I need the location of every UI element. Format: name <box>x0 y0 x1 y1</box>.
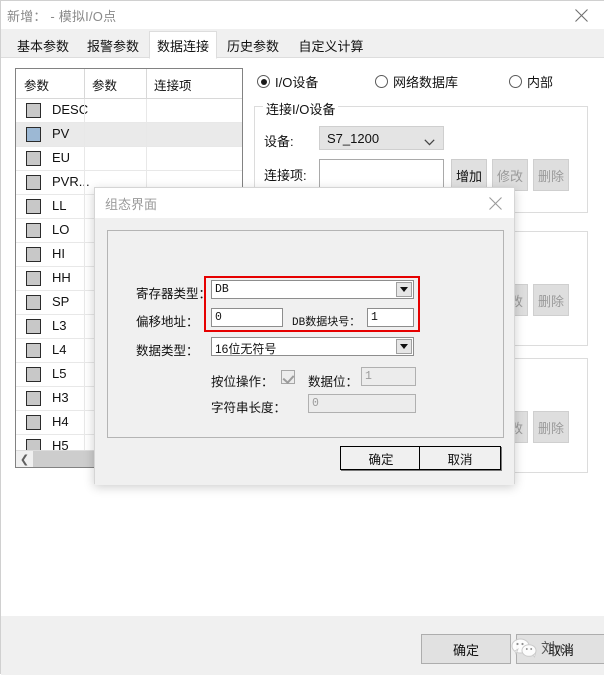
checkbox-icon[interactable] <box>26 127 41 142</box>
checkbox-icon[interactable] <box>26 391 41 406</box>
source-type-radio-group: I/O设备 网络数据库 内部 <box>257 72 591 94</box>
checkbox-icon[interactable] <box>26 343 41 358</box>
configuration-cancel-button[interactable]: 取消 <box>419 446 501 470</box>
column-header-param1: 参数 <box>24 79 50 93</box>
connection-item-label: 连接项: <box>264 168 307 183</box>
checkbox-icon[interactable] <box>26 151 41 166</box>
footer-ok-button[interactable]: 确定 <box>421 634 511 664</box>
delete-button-3[interactable]: 删除 <box>533 411 569 443</box>
offset-address-value: 0 <box>215 311 222 324</box>
close-icon[interactable] <box>565 3 599 27</box>
list-item[interactable]: EU <box>16 147 242 171</box>
list-item-label: PV <box>52 126 70 141</box>
list-item-label: DESC <box>52 102 89 117</box>
checkbox-icon[interactable] <box>26 271 41 286</box>
io-device-group-title: 连接I/O设备 <box>263 99 339 118</box>
footer-cancel-button[interactable]: 取消 <box>516 634 604 664</box>
checkbox-icon[interactable] <box>26 223 41 238</box>
checkbox-icon[interactable] <box>26 367 41 382</box>
configuration-fields-frame: 寄存器类型： DB 偏移地址： 0 DB数据块号： 1 数据类型： 16位无符号… <box>107 230 504 438</box>
list-item-label: H3 <box>52 390 69 405</box>
list-item-label: HH <box>52 270 71 285</box>
db-block-input[interactable]: 1 <box>367 308 414 327</box>
data-bit-label: 数据位： <box>308 375 359 389</box>
tab-history-params[interactable]: 历史参数 <box>219 32 287 58</box>
radio-network-db[interactable]: 网络数据库 <box>375 72 458 91</box>
string-length-value: 0 <box>312 397 319 410</box>
list-item-label: L4 <box>52 342 67 357</box>
checkbox-icon[interactable] <box>26 103 41 118</box>
delete-button[interactable]: 删除 <box>533 159 569 191</box>
offset-address-input[interactable]: 0 <box>211 308 283 327</box>
tab-strip: 基本参数 报警参数 数据连接 历史参数 自定义计算 <box>1 29 604 59</box>
radio-label: 网络数据库 <box>393 75 459 90</box>
register-type-value: DB <box>215 283 229 296</box>
register-type-select[interactable]: DB <box>211 280 414 299</box>
checkbox-icon[interactable] <box>26 295 41 310</box>
offset-address-label: 偏移地址： <box>136 315 199 329</box>
register-type-label: 寄存器类型： <box>136 287 212 301</box>
data-bit-input[interactable]: 1 <box>361 367 416 386</box>
radio-label: 内部 <box>527 75 554 90</box>
data-bit-value: 1 <box>365 370 372 383</box>
parameter-list-header: 参数 参数 连接项 <box>16 69 242 99</box>
db-block-value: 1 <box>371 311 378 324</box>
checkbox-icon[interactable] <box>26 199 41 214</box>
tab-custom-calc[interactable]: 自定义计算 <box>291 32 371 58</box>
list-item-label: EU <box>52 150 71 165</box>
chevron-left-icon[interactable]: ❮ <box>16 451 33 467</box>
configuration-ok-button[interactable]: 确定 <box>340 446 422 470</box>
checkbox-icon[interactable] <box>26 319 41 334</box>
radio-label: I/O设备 <box>275 75 319 90</box>
data-type-label: 数据类型： <box>136 344 199 358</box>
column-header-linkitem: 连接项 <box>154 79 192 93</box>
data-type-select[interactable]: 16位无符号 <box>211 337 414 356</box>
checkbox-icon[interactable] <box>26 415 41 430</box>
configuration-dialog-title: 组态界面 <box>105 197 158 212</box>
list-item-label: H4 <box>52 414 69 429</box>
radio-dot-icon <box>509 75 522 88</box>
data-type-value: 16位无符号 <box>215 342 277 356</box>
tab-data-link[interactable]: 数据连接 <box>149 31 217 59</box>
new-analog-io-point-window: 新增： - 模拟I/O点 基本参数 报警参数 数据连接 历史参数 自定义计算 参… <box>0 0 604 675</box>
configuration-dialog-body: 寄存器类型： DB 偏移地址： 0 DB数据块号： 1 数据类型： 16位无符号… <box>95 218 514 485</box>
radio-internal[interactable]: 内部 <box>509 72 553 91</box>
list-item-label: LO <box>52 222 70 237</box>
column-header-param2: 参数 <box>92 79 118 93</box>
list-item[interactable]: PV <box>16 123 242 147</box>
radio-dot-icon <box>257 75 270 88</box>
delete-button-2[interactable]: 删除 <box>533 284 569 316</box>
window-titlebar: 新增： - 模拟I/O点 <box>1 1 604 29</box>
list-item-label: L3 <box>52 318 67 333</box>
chevron-down-icon[interactable] <box>396 339 412 354</box>
close-glyph <box>489 197 502 210</box>
list-item-label: SP <box>52 294 70 309</box>
window-title: 新增： - 模拟I/O点 <box>7 9 117 24</box>
string-length-input[interactable]: 0 <box>308 394 416 413</box>
radio-dot-icon <box>375 75 388 88</box>
close-glyph <box>575 9 588 22</box>
dialog-footer: 确定 取消 <box>1 616 604 675</box>
device-select-value: S7_1200 <box>327 131 380 146</box>
bit-operation-label: 按位操作： <box>211 375 274 389</box>
db-block-label: DB数据块号： <box>292 317 361 329</box>
list-item-label: L5 <box>52 366 67 381</box>
string-length-label: 字符串长度： <box>211 401 287 415</box>
device-select[interactable]: S7_1200 <box>319 126 444 150</box>
configuration-dialog: 组态界面 寄存器类型： DB 偏移地址： 0 DB数据块号： 1 数据类型： 1… <box>94 187 515 485</box>
tab-alarm-params[interactable]: 报警参数 <box>79 32 147 58</box>
configuration-dialog-titlebar: 组态界面 <box>95 188 514 218</box>
tab-basic-params[interactable]: 基本参数 <box>9 32 77 58</box>
chevron-down-icon[interactable] <box>396 282 412 297</box>
list-item-label: HI <box>52 246 65 261</box>
device-label: 设备: <box>264 134 294 149</box>
list-item[interactable]: DESC <box>16 99 242 123</box>
bit-operation-checkbox[interactable] <box>281 370 295 384</box>
checkbox-icon[interactable] <box>26 175 41 190</box>
chevron-down-icon <box>424 135 435 149</box>
close-icon[interactable] <box>482 192 510 214</box>
radio-io-device[interactable]: I/O设备 <box>257 72 318 91</box>
checkbox-icon[interactable] <box>26 247 41 262</box>
list-item-label: LL <box>52 198 67 213</box>
